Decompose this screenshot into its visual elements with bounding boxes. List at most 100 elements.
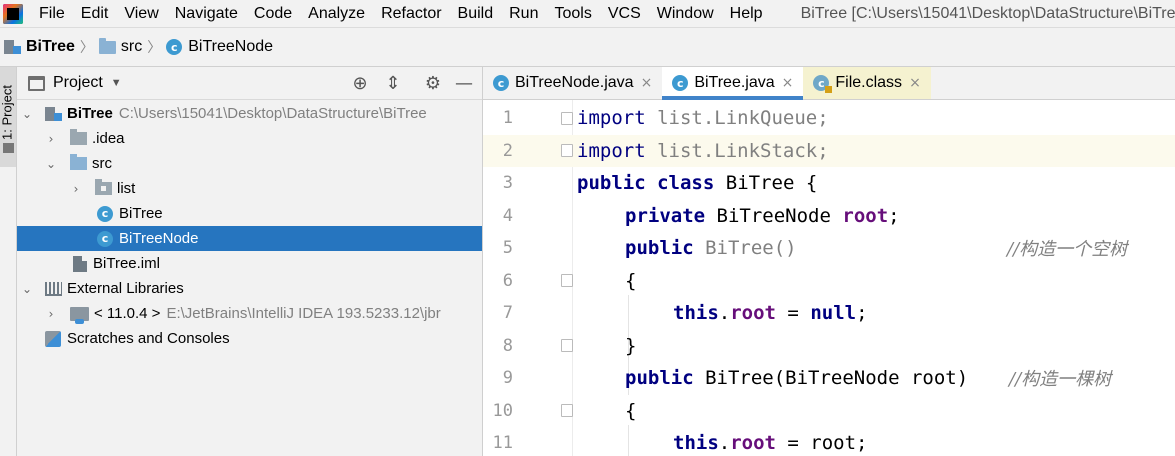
folder-icon (70, 129, 87, 145)
code-keyword: public (625, 367, 694, 390)
code-field: root (730, 302, 776, 325)
code-keyword: this (673, 432, 719, 455)
chevron-right-icon: 〉 (147, 39, 162, 55)
breadcrumb-project-label: BiTree (26, 38, 75, 55)
menu-run[interactable]: Run (509, 5, 538, 23)
code-line: 7 this.root = null; (483, 297, 1175, 330)
code-line: 1 import list.LinkQueue; (483, 102, 1175, 135)
chevron-down-icon[interactable]: ⌄ (21, 282, 33, 296)
chevron-right-icon[interactable]: › (45, 307, 57, 321)
project-icon (45, 106, 62, 121)
menu-edit[interactable]: Edit (81, 5, 109, 23)
code-keyword: public (577, 172, 646, 195)
tree-item-list[interactable]: › list (17, 176, 482, 201)
close-icon[interactable]: × (641, 75, 653, 91)
tree-item-label: < 11.0.4 > (94, 305, 161, 322)
tree-item-idea[interactable]: › .idea (17, 126, 482, 151)
code-text: ; (888, 204, 900, 227)
tree-item-bitree-project[interactable]: ⌄ BiTree C:\Users\15041\Desktop\DataStru… (17, 101, 482, 126)
tab-bitreenode-java[interactable]: c BiTreeNode.java × (483, 67, 662, 99)
fold-marker-icon[interactable] (561, 144, 573, 158)
class-icon: c (672, 75, 689, 91)
close-icon[interactable]: × (909, 75, 921, 91)
line-number: 7 (502, 303, 513, 324)
menu-help[interactable]: Help (730, 5, 763, 23)
menu-tools[interactable]: Tools (554, 5, 591, 23)
tree-item-label: External Libraries (67, 280, 184, 297)
menu-navigate[interactable]: Navigate (175, 5, 238, 23)
code-keyword: private (625, 204, 706, 227)
chevron-down-icon[interactable]: ▼ (111, 77, 122, 89)
tree-item-external-libraries[interactable]: ⌄ External Libraries (17, 276, 482, 301)
intellij-app-icon[interactable] (3, 3, 23, 24)
minimize-icon[interactable]: — (454, 74, 474, 94)
class-file-icon: c (813, 75, 833, 93)
chevron-down-icon[interactable]: ⌄ (45, 157, 57, 171)
code-text: { (625, 399, 637, 422)
line-number: 10 (492, 400, 513, 421)
class-icon: c (97, 230, 113, 247)
code-line: 4 private BiTreeNode root; (483, 200, 1175, 233)
window-icon (28, 75, 45, 91)
code-text: } (625, 334, 637, 357)
tab-label: File.class (835, 74, 903, 91)
source-folder-icon (70, 154, 87, 170)
code-keyword: null (810, 302, 857, 325)
tree-item-bitree-iml[interactable]: BiTree.iml (17, 251, 482, 276)
tab-bitree-java[interactable]: c BiTree.java × (662, 67, 804, 100)
breadcrumb-class[interactable]: c BiTreeNode (166, 38, 273, 56)
breadcrumb-src-label: src (120, 38, 143, 55)
tree-item-bitree-class[interactable]: c BiTree (17, 201, 482, 226)
tree-item-jdk[interactable]: › < 11.0.4 > E:\JetBrains\IntelliJ IDEA … (17, 301, 482, 326)
line-number: 6 (502, 270, 513, 291)
code-text: BiTreeNode (716, 204, 831, 227)
code-line-current: 2 import list.LinkStack; (483, 134, 1175, 167)
code-editor[interactable]: 1 import list.LinkQueue; 2 import list.L… (483, 100, 1175, 456)
breadcrumb-project[interactable]: BiTree (4, 38, 75, 56)
line-number: 4 (502, 205, 513, 226)
breadcrumb-src[interactable]: src (98, 37, 143, 56)
project-tool-window-button[interactable]: 1: Project (0, 67, 16, 167)
close-icon[interactable]: × (782, 75, 794, 91)
project-view-selector[interactable]: Project (53, 74, 103, 92)
chevron-down-icon[interactable]: ⌄ (21, 107, 33, 121)
line-number: 1 (502, 108, 513, 129)
tab-file-class[interactable]: c File.class × (803, 67, 931, 99)
menu-code[interactable]: Code (254, 5, 292, 23)
chevron-right-icon[interactable]: › (70, 182, 82, 196)
code-keyword: this (673, 302, 719, 325)
collapse-all-icon[interactable]: ⇕ (383, 74, 403, 94)
code-keyword: class (657, 172, 715, 195)
code-line: 5 public BiTree() //构造一个空树 (483, 232, 1175, 265)
line-number: 2 (502, 140, 513, 161)
fold-marker-icon[interactable] (561, 339, 573, 353)
code-line: 6 { (483, 265, 1175, 298)
menu-build[interactable]: Build (458, 5, 494, 23)
locate-icon[interactable]: ⊕ (350, 74, 370, 94)
menu-analyze[interactable]: Analyze (308, 5, 365, 23)
code-line: 8 } (483, 330, 1175, 363)
code-line: 10 { (483, 395, 1175, 428)
left-tool-strip: 1: Project (0, 67, 17, 456)
code-keyword: import (577, 107, 646, 130)
menu-window[interactable]: Window (657, 5, 714, 23)
fold-marker-icon[interactable] (561, 111, 573, 125)
chevron-right-icon[interactable]: › (45, 132, 57, 146)
menu-view[interactable]: View (124, 5, 158, 23)
tree-item-src[interactable]: ⌄ src (17, 151, 482, 176)
gear-icon[interactable]: ⚙ (423, 74, 443, 94)
code-line: 3 public class BiTree { (483, 167, 1175, 200)
class-icon: c (166, 39, 183, 55)
menu-refactor[interactable]: Refactor (381, 5, 441, 23)
jdk-icon (70, 306, 89, 324)
menu-vcs[interactable]: VCS (608, 5, 641, 23)
module-file-icon (73, 255, 87, 272)
tree-item-scratches[interactable]: Scratches and Consoles (17, 326, 482, 351)
tree-item-bitreenode-class[interactable]: c BiTreeNode (17, 226, 482, 251)
tree-item-label: Scratches and Consoles (67, 330, 230, 347)
menu-file[interactable]: File (39, 5, 65, 23)
code-text: BiTree(BiTreeNode root) (705, 367, 969, 390)
fold-marker-icon[interactable] (561, 274, 573, 288)
code-field: root (730, 432, 776, 455)
fold-marker-icon[interactable] (561, 404, 573, 418)
